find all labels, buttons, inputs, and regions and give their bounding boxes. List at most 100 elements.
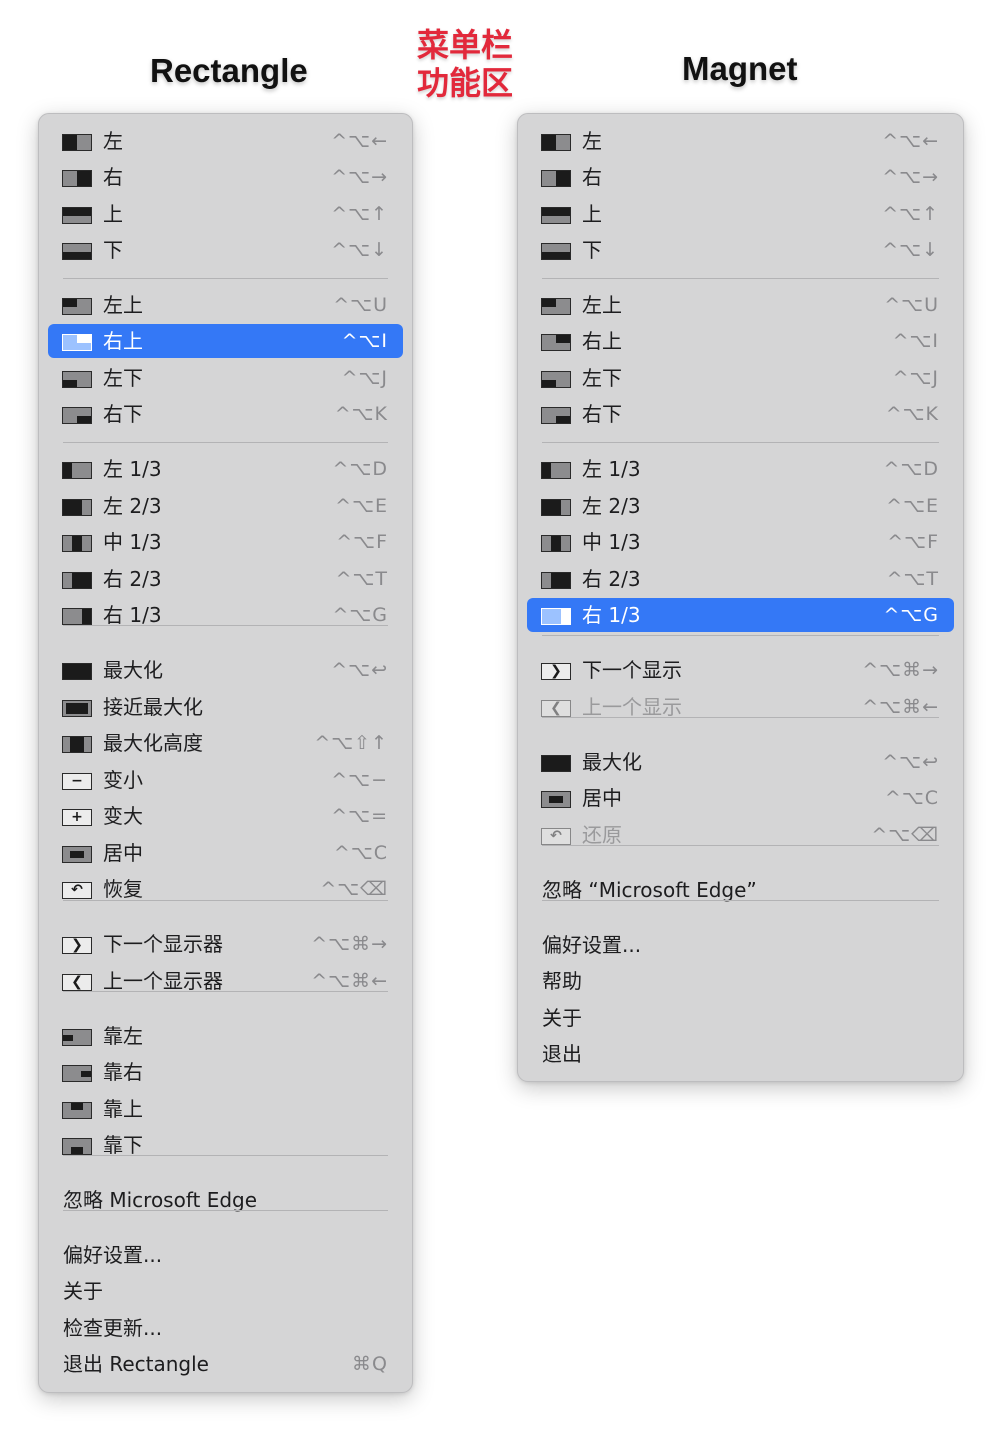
menu-item-label: 上一个显示器 [103, 969, 223, 993]
mag-menu-item[interactable]: 中 1/3 ^⌥F [527, 525, 954, 559]
rect-menu-item[interactable]: 接近最大化 [48, 690, 403, 724]
menu-item-label: 还原 [582, 823, 622, 847]
top-half-icon [62, 207, 92, 224]
rect-menu-item[interactable]: 最大化 ^⌥↩ [48, 653, 403, 687]
menu-separator [63, 625, 388, 626]
menu-item-shortcut: ^⌥J [341, 367, 388, 389]
mag-menu-item[interactable]: ↶ 还原 ^⌥⌫ [527, 818, 954, 852]
menu-item-label: 左 [582, 129, 602, 153]
mag-menu-item[interactable]: 右下 ^⌥K [527, 397, 954, 431]
menu-separator [542, 900, 939, 901]
rect-menu-item[interactable]: 最大化高度 ^⌥⇧↑ [48, 726, 403, 760]
mag-menu-item[interactable]: 帮助 [527, 964, 954, 998]
menu-item-shortcut: ^⌥E [886, 495, 939, 517]
previous-display-icon: ❮ [62, 974, 92, 991]
rect-menu-item[interactable]: 右 ^⌥→ [48, 160, 403, 194]
mag-menu-item[interactable]: 左 2/3 ^⌥E [527, 489, 954, 523]
menu-item-label: 最大化高度 [103, 731, 203, 755]
mag-menu-item[interactable]: 关于 [527, 1001, 954, 1035]
mag-menu-item[interactable]: 忽略 “Microsoft Edge” [527, 873, 954, 907]
mag-menu-item[interactable]: ❮ 上一个显示 ^⌥⌘← [527, 690, 954, 724]
rect-menu-item[interactable]: + 变大 ^⌥= [48, 799, 403, 833]
top-right-icon [62, 334, 92, 351]
rect-menu-item[interactable]: 退出 Rectangle ⌘Q [48, 1347, 403, 1381]
rect-menu-item[interactable]: 靠上 [48, 1092, 403, 1126]
menu-item-label: 退出 [542, 1042, 582, 1066]
mag-menu-item[interactable]: 下 ^⌥↓ [527, 233, 954, 267]
menu-item-label: 中 1/3 [103, 530, 162, 554]
menu-item-shortcut: ^⌥C [333, 842, 388, 864]
rect-menu-item[interactable]: 检查更新... [48, 1311, 403, 1345]
menu-item-label: 下 [103, 238, 123, 262]
mag-menu-item[interactable]: 最大化 ^⌥↩ [527, 745, 954, 779]
mag-menu-item[interactable]: 居中 ^⌥C [527, 781, 954, 815]
rect-menu-item[interactable]: 右 2/3 ^⌥T [48, 562, 403, 596]
mag-menu-item[interactable]: 退出 [527, 1037, 954, 1071]
rect-menu-item[interactable]: 左上 ^⌥U [48, 288, 403, 322]
menu-item-shortcut: ^⌥← [331, 130, 388, 152]
mag-menu-item[interactable]: 右 1/3 ^⌥G [527, 598, 954, 632]
almost-maximize-icon [62, 700, 92, 717]
rect-menu-item[interactable]: 右下 ^⌥K [48, 397, 403, 431]
menu-separator [542, 278, 939, 279]
menu-separator [542, 635, 939, 636]
rect-menu-item[interactable]: 忽略 Microsoft Edge [48, 1183, 403, 1217]
menu-item-label: 右 1/3 [582, 603, 641, 627]
menu-item-label: 变大 [103, 804, 143, 828]
menu-item-label: 居中 [103, 841, 143, 865]
mag-menu-item[interactable]: 右 ^⌥→ [527, 160, 954, 194]
mag-menu-item[interactable]: 偏好设置... [527, 928, 954, 962]
menu-item-shortcut: ^⌥− [331, 769, 388, 791]
menu-separator [542, 845, 939, 846]
mag-menu-item[interactable]: 左下 ^⌥J [527, 361, 954, 395]
rect-menu-item[interactable]: 右 1/3 ^⌥G [48, 598, 403, 632]
restore-icon: ↶ [62, 882, 92, 899]
menu-item-label: 左 2/3 [103, 494, 162, 518]
rect-menu-item[interactable]: − 变小 ^⌥− [48, 763, 403, 797]
rect-menu-item[interactable]: 中 1/3 ^⌥F [48, 525, 403, 559]
move-right-icon [62, 1065, 92, 1082]
top-left-icon [62, 298, 92, 315]
smaller-icon: − [62, 773, 92, 790]
rect-menu-item[interactable]: 左 1/3 ^⌥D [48, 452, 403, 486]
magnet-menu: 左 ^⌥← 右 ^⌥→ 上 ^⌥↑ 下 ^⌥↓ 左上 ^⌥U 右上 ^⌥I 左下 ^⌥J 右下 ^⌥K 左 1/… [517, 113, 964, 1082]
mag-menu-item[interactable]: 左上 ^⌥U [527, 288, 954, 322]
rect-menu-item[interactable]: 居中 ^⌥C [48, 836, 403, 870]
mag-menu-item[interactable]: 右 2/3 ^⌥T [527, 562, 954, 596]
menu-item-label: 居中 [582, 786, 622, 810]
bottom-right-icon [62, 407, 92, 424]
menu-item-label: 关于 [63, 1279, 103, 1303]
rect-menu-item[interactable]: 靠下 [48, 1128, 403, 1162]
menu-item-shortcut: ^⌥⌘← [311, 970, 388, 992]
menu-item-label: 帮助 [542, 969, 582, 993]
mag-menu-item[interactable]: ❯ 下一个显示 ^⌥⌘→ [527, 653, 954, 687]
mag-menu-item[interactable]: 上 ^⌥↑ [527, 197, 954, 231]
rect-menu-item[interactable]: 关于 [48, 1274, 403, 1308]
mag-menu-item[interactable]: 左 ^⌥← [527, 124, 954, 158]
menu-separator [63, 991, 388, 992]
menu-item-label: 下一个显示 [582, 658, 682, 682]
rect-menu-item[interactable]: 右上 ^⌥I [48, 324, 403, 358]
rect-menu-item[interactable]: ❯ 下一个显示器 ^⌥⌘→ [48, 927, 403, 961]
maximize-height-icon [62, 736, 92, 753]
rect-menu-item[interactable]: 靠右 [48, 1055, 403, 1089]
mag-menu-item[interactable]: 左 1/3 ^⌥D [527, 452, 954, 486]
move-up-icon [62, 1102, 92, 1119]
menu-item-shortcut: ^⌥T [886, 568, 939, 590]
maximize-icon [541, 755, 571, 772]
rect-menu-item[interactable]: 左下 ^⌥J [48, 361, 403, 395]
menu-item-label: 左 1/3 [103, 457, 162, 481]
menu-item-shortcut: ⌘Q [352, 1353, 388, 1375]
menu-item-label: 变小 [103, 768, 143, 792]
mag-menu-item[interactable]: 右上 ^⌥I [527, 324, 954, 358]
menu-item-shortcut: ^⌥J [892, 367, 939, 389]
rect-menu-item[interactable]: 上 ^⌥↑ [48, 197, 403, 231]
rect-menu-item[interactable]: 左 2/3 ^⌥E [48, 489, 403, 523]
menu-item-label: 退出 Rectangle [63, 1352, 209, 1376]
rect-menu-item[interactable]: 下 ^⌥↓ [48, 233, 403, 267]
rect-menu-item[interactable]: 左 ^⌥← [48, 124, 403, 158]
rect-menu-item[interactable]: ❮ 上一个显示器 ^⌥⌘← [48, 964, 403, 998]
rect-menu-item[interactable]: 靠左 [48, 1019, 403, 1053]
menu-item-label: 靠下 [103, 1133, 143, 1157]
rect-menu-item[interactable]: 偏好设置... [48, 1238, 403, 1272]
